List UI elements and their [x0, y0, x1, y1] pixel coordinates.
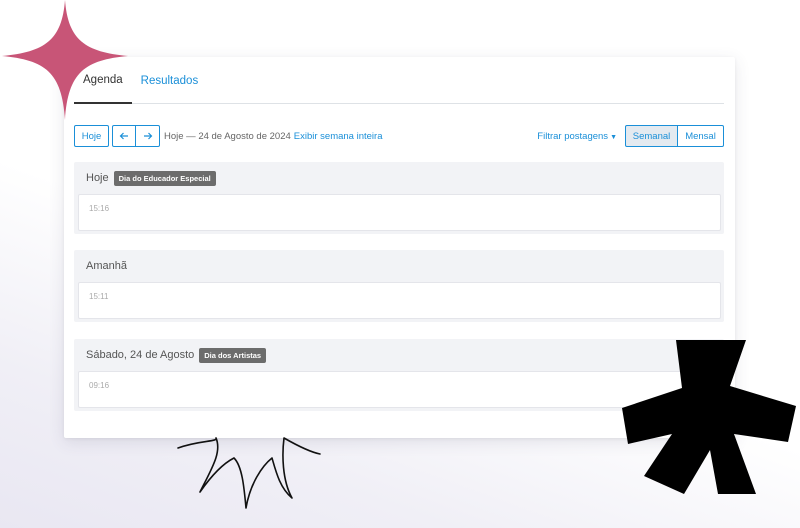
tab-bar: Agenda Resultados [74, 57, 724, 104]
filter-posts-dropdown[interactable]: Filtrar postagens ▼ [537, 131, 617, 142]
weekly-view-button[interactable]: Semanal [625, 125, 678, 147]
prev-button[interactable] [112, 125, 136, 147]
filter-posts-label: Filtrar postagens [537, 130, 609, 142]
slot-time: 15:16 [89, 204, 110, 213]
show-week-link[interactable]: Exibir semana inteira [294, 131, 383, 142]
day-section: Amanhã 15:11 [74, 250, 724, 322]
holiday-badge: Dia dos Artistas [199, 347, 267, 363]
day-header: Hoje Dia do Educador Especial [74, 162, 724, 194]
view-toggle-group: Semanal Mensal [625, 125, 724, 147]
next-button[interactable] [136, 125, 160, 147]
arrow-right-icon [143, 132, 152, 140]
monthly-view-button[interactable]: Mensal [678, 125, 724, 147]
calendar-toolbar: Hoje Hoje — 24 de Agosto de 2024 Exibir … [74, 125, 724, 147]
day-title: Sábado, 24 de Agosto [86, 349, 195, 361]
tab-resultados[interactable]: Resultados [132, 75, 208, 103]
nav-button-group [112, 125, 160, 147]
scribble-decoration [177, 437, 321, 509]
time-slot[interactable]: 15:11 [78, 282, 721, 319]
slot-time: 15:11 [89, 292, 109, 301]
day-title: Hoje [86, 172, 109, 184]
day-header: Amanhã [74, 250, 724, 282]
holiday-badge: Dia do Educador Especial [113, 170, 216, 186]
slot-time: 09:16 [89, 381, 110, 390]
caret-down-icon: ▼ [610, 133, 617, 141]
today-button[interactable]: Hoje [74, 125, 109, 147]
day-section: Hoje Dia do Educador Especial 15:16 [74, 162, 724, 234]
day-title: Amanhã [86, 260, 127, 272]
arrow-left-icon [119, 132, 128, 140]
current-date-label: Hoje — 24 de Agosto de 2024 [164, 130, 291, 142]
asterisk-decoration [622, 340, 796, 494]
time-slot[interactable]: 15:16 [78, 194, 721, 231]
sparkle-decoration [2, 0, 128, 120]
